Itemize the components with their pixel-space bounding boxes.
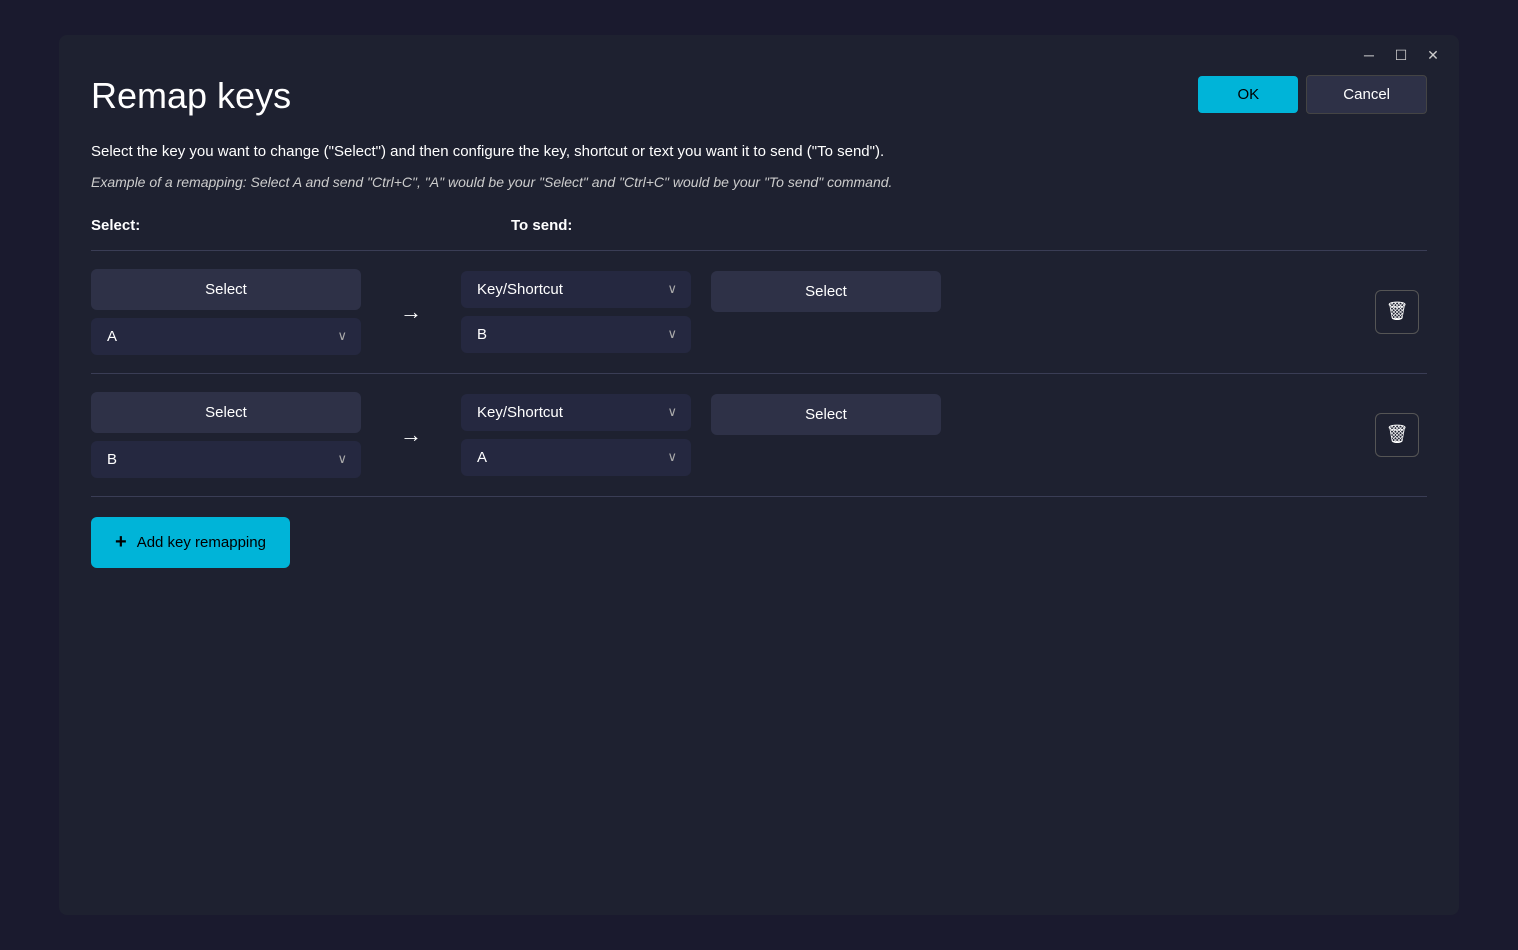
instruction-text: Select the key you want to change ("Sele… <box>91 141 1427 164</box>
target-key-wrapper-1: B A C <box>461 316 691 353</box>
trash-icon-2: 🗑 <box>1386 424 1409 445</box>
select-key-wrapper-2: B A C <box>91 441 361 478</box>
type-dropdown-wrapper-1: Key/Shortcut Text <box>461 271 691 308</box>
target-key-dropdown-2[interactable]: A B C <box>461 439 691 476</box>
select-key-dropdown-2[interactable]: B A C <box>91 441 361 478</box>
ok-button[interactable]: OK <box>1198 76 1298 113</box>
add-remapping-button[interactable]: + Add key remapping <box>91 517 290 568</box>
target-key-dropdown-1[interactable]: B A C <box>461 316 691 353</box>
remap-row: Select A B C → Key/Shortcut Text <box>91 251 1427 374</box>
select-button-1[interactable]: Select <box>91 269 361 310</box>
type-dropdown-1[interactable]: Key/Shortcut Text <box>461 271 691 308</box>
target-key-wrapper-2: A B C <box>461 439 691 476</box>
close-button[interactable]: ✕ <box>1423 45 1443 65</box>
page-title: Remap keys <box>91 75 291 117</box>
add-remapping-label: Add key remapping <box>137 534 266 551</box>
select-key-dropdown-1[interactable]: A B C <box>91 318 361 355</box>
tosend-group-1: Key/Shortcut Text B A C Select <box>461 271 1367 353</box>
select-group-2: Select B A C <box>91 392 361 478</box>
trash-icon-1: 🗑 <box>1386 301 1409 322</box>
cancel-button[interactable]: Cancel <box>1306 75 1427 114</box>
type-dropdown-2[interactable]: Key/Shortcut Text <box>461 394 691 431</box>
tosend-select-button-2[interactable]: Select <box>711 394 941 435</box>
instruction-example: Example of a remapping: Select A and sen… <box>91 172 1427 193</box>
tosend-type-wrapper-2: Key/Shortcut Text A B C <box>461 394 691 476</box>
title-bar: ─ ☐ ✕ <box>59 35 1459 65</box>
tosend-column-header: To send: <box>511 217 572 234</box>
delete-button-1[interactable]: 🗑 <box>1375 290 1419 334</box>
arrow-1: → <box>361 299 461 325</box>
select-key-wrapper-1: A B C <box>91 318 361 355</box>
header-row: Remap keys OK Cancel <box>91 75 1427 117</box>
columns-header: Select: To send: <box>91 217 1427 238</box>
type-dropdown-wrapper-2: Key/Shortcut Text <box>461 394 691 431</box>
select-column-header: Select: <box>91 217 391 234</box>
remap-keys-dialog: ─ ☐ ✕ Remap keys OK Cancel Select the ke… <box>59 35 1459 915</box>
main-content: Remap keys OK Cancel Select the key you … <box>59 65 1459 915</box>
minimize-button[interactable]: ─ <box>1359 45 1379 65</box>
maximize-button[interactable]: ☐ <box>1391 45 1411 65</box>
delete-col-2: 🗑 <box>1367 413 1427 457</box>
plus-icon: + <box>115 531 127 554</box>
arrow-2: → <box>361 422 461 448</box>
tosend-select-button-1[interactable]: Select <box>711 271 941 312</box>
delete-col-1: 🗑 <box>1367 290 1427 334</box>
header-buttons: OK Cancel <box>1198 75 1427 114</box>
tosend-type-wrapper-1: Key/Shortcut Text B A C <box>461 271 691 353</box>
tosend-group-2: Key/Shortcut Text A B C Select <box>461 394 1367 476</box>
select-button-2[interactable]: Select <box>91 392 361 433</box>
delete-button-2[interactable]: 🗑 <box>1375 413 1419 457</box>
remap-row-2: Select B A C → Key/Shortcut Text <box>91 374 1427 497</box>
select-group-1: Select A B C <box>91 269 361 355</box>
